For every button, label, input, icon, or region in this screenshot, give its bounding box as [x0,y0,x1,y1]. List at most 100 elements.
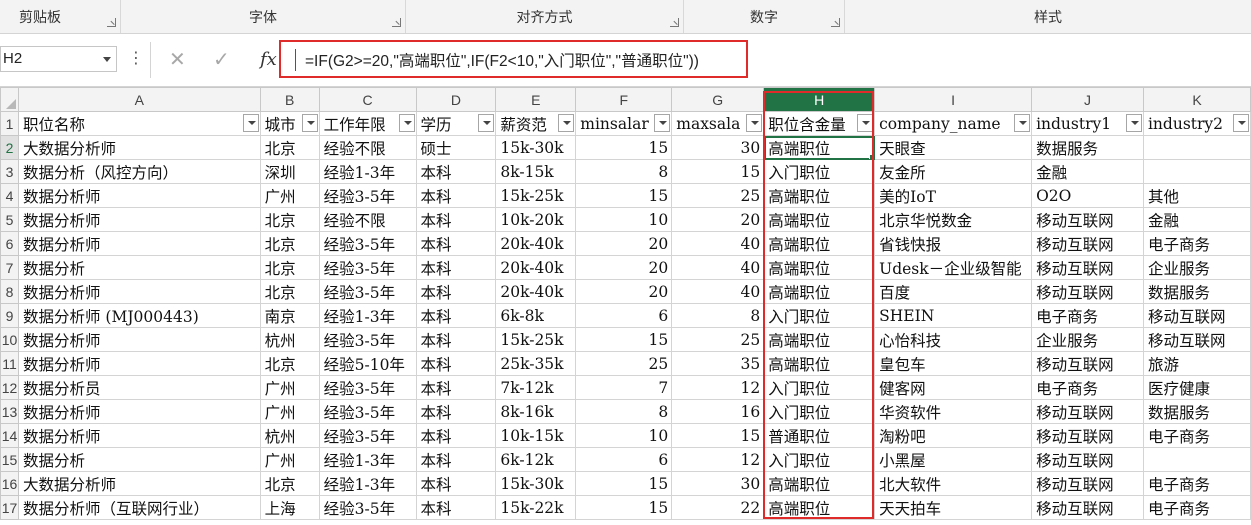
cell[interactable]: 移动互联网 [1031,399,1144,424]
cell[interactable]: 25 [671,327,765,352]
confirm-icon[interactable]: ✓ [213,48,230,70]
cell[interactable]: 本科 [415,375,497,400]
cell[interactable] [1142,159,1251,184]
cell[interactable]: 本科 [415,327,497,352]
cell[interactable]: 北京 [259,351,320,376]
column-header[interactable]: B [259,87,320,112]
cell[interactable]: 数据分析师（互联网行业） [17,495,261,520]
cell[interactable]: 经验3-5年 [318,495,417,520]
cell[interactable]: 6 [575,303,673,328]
row-header[interactable]: 3 [0,159,19,184]
cell[interactable]: 大数据分析师 [17,135,261,160]
cell[interactable]: 电子商务 [1142,471,1251,496]
cell[interactable]: 北京 [259,135,320,160]
cell[interactable]: 北大软件 [874,471,1033,496]
cell[interactable]: 企业服务 [1142,255,1251,280]
cell[interactable]: 经验3-5年 [318,399,417,424]
header-cell[interactable]: 城市 [259,111,320,136]
cell[interactable]: Udesk－企业级智能 [874,255,1033,280]
column-header[interactable]: F [575,87,673,112]
cell[interactable]: 数据分析师 [17,351,261,376]
cell[interactable]: 15 [575,495,673,520]
cell[interactable]: 数据分析师 [17,327,261,352]
cell[interactable]: 12 [671,447,765,472]
header-cell[interactable]: 学历 [415,111,497,136]
cell[interactable]: 企业服务 [1031,327,1144,352]
cell[interactable]: 本科 [415,231,497,256]
active-cell[interactable]: 高端职位 [763,135,876,160]
cell[interactable]: 10k-20k [495,207,577,232]
cell[interactable]: 经验1-3年 [318,471,417,496]
filter-dropdown-icon[interactable] [478,114,495,132]
row-header[interactable]: 7 [0,255,19,280]
filter-dropdown-icon[interactable] [242,114,259,132]
select-all-corner[interactable] [0,87,19,112]
cell[interactable]: 本科 [415,495,497,520]
cell[interactable]: 移动互联网 [1031,447,1144,472]
cell[interactable]: 经验3-5年 [318,279,417,304]
cell[interactable]: 移动互联网 [1031,255,1144,280]
cell[interactable]: 10k-15k [495,423,577,448]
cell[interactable]: 7k-12k [495,375,577,400]
cell[interactable]: 北京 [259,471,320,496]
row-header[interactable]: 6 [0,231,19,256]
cell[interactable]: 40 [671,279,765,304]
cell[interactable]: 15k-30k [495,135,577,160]
row-header[interactable]: 10 [0,327,19,352]
cell[interactable]: 经验3-5年 [318,231,417,256]
cell[interactable]: 入门职位 [763,399,876,424]
cell[interactable]: 30 [671,471,765,496]
ribbon-group-number[interactable]: 数字 [684,0,845,33]
filter-dropdown-icon[interactable] [857,114,874,132]
cell[interactable]: 经验1-3年 [318,447,417,472]
cell[interactable]: 20 [671,207,765,232]
cell[interactable]: 7 [575,375,673,400]
cell[interactable]: 经验1-3年 [318,159,417,184]
row-header[interactable]: 17 [0,495,19,520]
row-header[interactable]: 2 [0,135,19,160]
cell[interactable] [1142,447,1251,472]
cell[interactable]: 广州 [259,399,320,424]
cell[interactable]: 大数据分析师 [17,471,261,496]
header-cell[interactable]: maxsala [671,111,765,136]
header-cell[interactable]: 薪资范 [495,111,577,136]
cell[interactable]: 20 [575,231,673,256]
cell[interactable]: 数据分析师 [17,183,261,208]
cell[interactable]: 数据服务 [1031,135,1144,160]
cell[interactable]: 数据分析员 [17,375,261,400]
cell[interactable]: 经验3-5年 [318,375,417,400]
cell[interactable]: 35 [671,351,765,376]
cell[interactable]: 淘粉吧 [874,423,1033,448]
cell[interactable]: 25k-35k [495,351,577,376]
cell[interactable]: 本科 [415,471,497,496]
cell[interactable]: 高端职位 [763,279,876,304]
cell[interactable]: 移动互联网 [1031,423,1144,448]
cell[interactable]: 15k-22k [495,495,577,520]
header-cell[interactable]: industry2 [1142,111,1251,136]
cell[interactable]: 高端职位 [763,327,876,352]
column-header[interactable]: A [17,87,261,112]
cell[interactable]: 15 [575,327,673,352]
cell[interactable]: 小黑屋 [874,447,1033,472]
cell[interactable]: 数据服务 [1142,279,1251,304]
row-header[interactable]: 15 [0,447,19,472]
cell[interactable]: 本科 [415,399,497,424]
cell[interactable]: 医疗健康 [1142,375,1251,400]
cell[interactable]: 8 [575,159,673,184]
cell[interactable]: 健客网 [874,375,1033,400]
fill-handle[interactable] [869,154,874,159]
cell[interactable]: 北京 [259,279,320,304]
column-header[interactable]: K [1142,87,1251,112]
cell[interactable]: 电子商务 [1031,303,1144,328]
header-cell[interactable]: minsalar [575,111,673,136]
cell[interactable]: 本科 [415,447,497,472]
cell[interactable]: 数据分析师 (MJ000443) [17,303,261,328]
cell[interactable]: 15 [575,471,673,496]
cell[interactable]: 北京 [259,207,320,232]
cell[interactable]: 移动互联网 [1031,231,1144,256]
filter-dropdown-icon[interactable] [1233,114,1249,132]
cell[interactable]: 高端职位 [763,471,876,496]
cell[interactable]: 广州 [259,447,320,472]
cell[interactable]: 30 [671,135,765,160]
filter-dropdown-icon[interactable] [301,114,318,132]
